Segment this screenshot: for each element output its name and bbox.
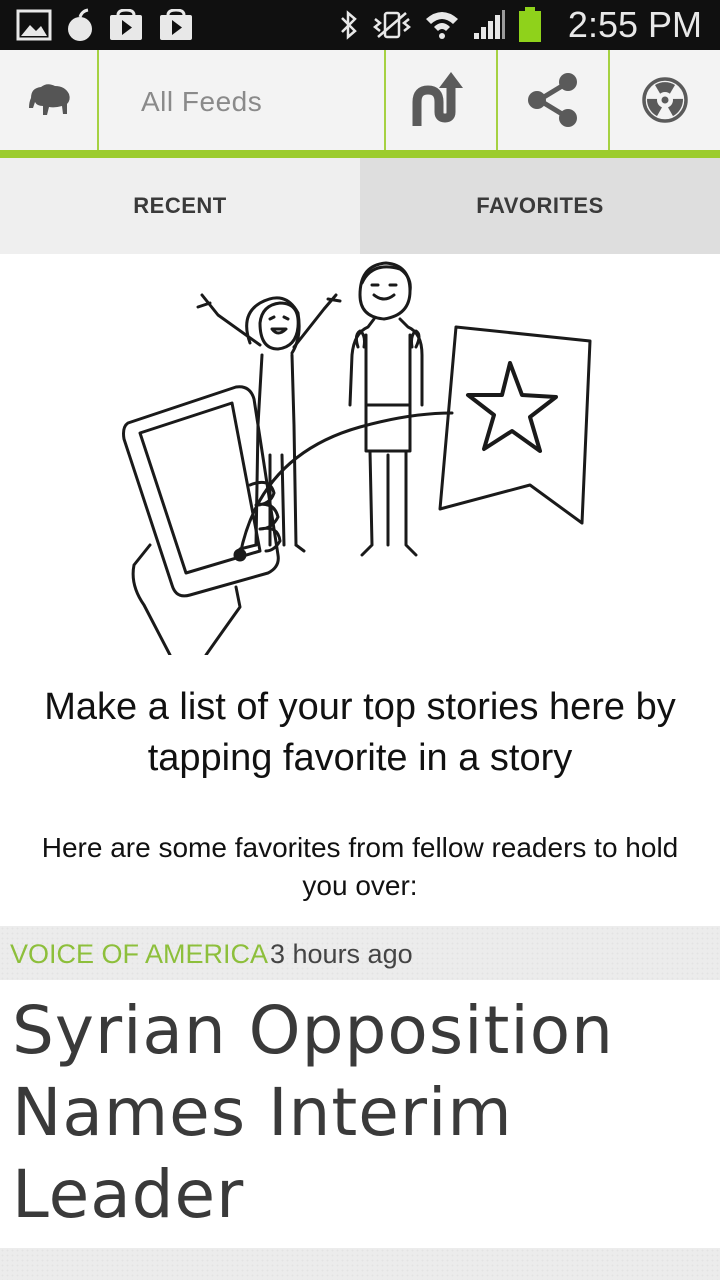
fruit-icon xyxy=(68,8,92,41)
share-button[interactable] xyxy=(498,50,608,150)
vibrate-icon xyxy=(372,11,412,39)
settings-button[interactable] xyxy=(610,50,720,150)
status-bar: 2:55 PM xyxy=(0,0,720,50)
story-meta-strip: VOICE OF AMERICA 3 hours ago xyxy=(0,926,720,980)
app-logo-button[interactable] xyxy=(0,50,97,150)
radiation-icon xyxy=(642,77,688,123)
battery-icon xyxy=(519,7,541,42)
feed-selector[interactable]: All Feeds xyxy=(141,50,262,150)
favorites-illustration xyxy=(122,261,592,655)
buffalo-icon xyxy=(28,84,70,115)
share-icon xyxy=(528,73,577,127)
tab-bar: RECENT FAVORITES xyxy=(0,158,720,254)
status-clock: 2:55 PM xyxy=(567,4,702,45)
story-source[interactable]: VOICE OF AMERICA xyxy=(10,926,268,980)
next-story-strip xyxy=(0,1248,720,1280)
refresh-arrow-icon xyxy=(412,72,463,126)
play-store-bag-icon xyxy=(160,9,192,40)
action-bar-accent-line xyxy=(0,150,720,158)
action-bar: All Feeds xyxy=(0,50,720,158)
notification-icons xyxy=(16,8,194,42)
story-title[interactable]: Syrian Opposition Names Interim Leader xyxy=(12,990,712,1236)
system-icons xyxy=(338,7,542,42)
tab-favorites[interactable]: FAVORITES xyxy=(360,158,720,254)
bluetooth-icon xyxy=(341,10,357,40)
gallery-icon xyxy=(16,9,52,41)
empty-state-subtext: Here are some favorites from fellow read… xyxy=(41,832,679,901)
refresh-button[interactable] xyxy=(386,50,496,150)
empty-state-headline: Make a list of your top stories here by … xyxy=(44,686,676,779)
signal-icon xyxy=(474,10,505,39)
story-time: 3 hours ago xyxy=(270,939,413,969)
play-store-icon xyxy=(110,9,142,40)
wifi-icon xyxy=(426,12,458,39)
tab-recent[interactable]: RECENT xyxy=(0,158,360,254)
